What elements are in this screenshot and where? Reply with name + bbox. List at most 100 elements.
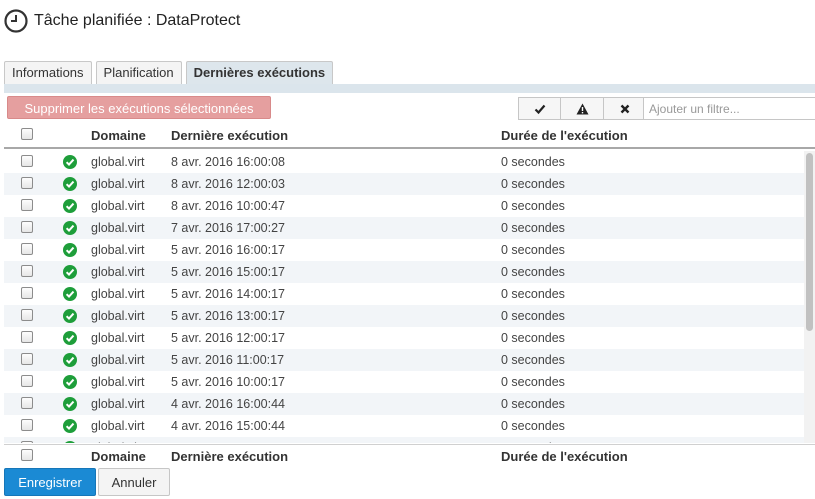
cell-domain: global.virt [91, 199, 145, 213]
save-button[interactable]: Enregistrer [4, 468, 96, 496]
select-all-checkbox[interactable] [21, 128, 33, 140]
row-checkbox[interactable] [21, 176, 33, 189]
status-filter-group [518, 97, 647, 120]
cell-last-run: 4 avr. 2016 16:00:44 [171, 397, 285, 411]
filter-warning-button[interactable] [561, 97, 604, 120]
cell-last-run: 4 avr. 2016 15:00:44 [171, 419, 285, 433]
filter-error-button[interactable] [604, 97, 647, 120]
cell-duration: 0 secondes [501, 155, 565, 169]
table-row[interactable]: global.virt 5 avr. 2016 15:00:17 0 seconde… [4, 261, 804, 283]
success-icon [63, 265, 77, 279]
success-icon [63, 353, 77, 367]
table-row[interactable]: global.virt 5 avr. 2016 11:00:17 0 seconde… [4, 349, 804, 371]
success-icon [63, 199, 77, 213]
cell-domain: global.virt [91, 221, 145, 235]
cell-last-run: 8 avr. 2016 10:00:47 [171, 199, 285, 213]
row-checkbox[interactable] [21, 198, 33, 211]
delete-selected-button[interactable]: Supprimer les exécutions sélectionnées [7, 96, 271, 119]
cell-duration: 0 secondes [501, 221, 565, 235]
success-icon [63, 419, 77, 433]
row-checkbox[interactable] [21, 242, 33, 255]
table-row[interactable]: global.virt 4 avr. 2016 16:00:44 0 seconde… [4, 393, 804, 415]
select-all-checkbox-footer[interactable] [21, 449, 33, 461]
cell-last-run: 4 avr. 2016 14:00:44 [171, 441, 501, 443]
row-checkbox[interactable] [21, 418, 33, 431]
cell-duration: 0 secondes [501, 375, 565, 389]
table-row[interactable]: global.virt 5 avr. 2016 13:00:17 0 seconde… [4, 305, 804, 327]
filter-success-button[interactable] [518, 97, 561, 120]
success-icon [63, 309, 77, 323]
column-header-duration[interactable]: Durée de l'exécution [501, 128, 801, 143]
cell-domain: global.virt [91, 353, 145, 367]
row-checkbox[interactable] [21, 220, 33, 233]
footer-last-run[interactable]: Dernière exécution [171, 449, 501, 464]
success-icon [63, 397, 77, 411]
row-checkbox[interactable] [21, 264, 33, 277]
table-row[interactable]: global.virt 5 avr. 2016 16:00:17 0 seconde… [4, 239, 804, 261]
table-row[interactable]: global.virt 8 avr. 2016 16:00:08 0 seconde… [4, 151, 804, 173]
table-row[interactable]: global.virt4 avr. 2016 14:00:440 seconde… [4, 437, 804, 443]
table-row[interactable]: global.virt 8 avr. 2016 12:00:03 0 seconde… [4, 173, 804, 195]
success-icon [63, 177, 77, 191]
table-row[interactable]: global.virt 5 avr. 2016 12:00:17 0 seconde… [4, 327, 804, 349]
footer-duration[interactable]: Durée de l'exécution [501, 449, 801, 464]
table-row[interactable]: global.virt 8 avr. 2016 10:00:47 0 seconde… [4, 195, 804, 217]
row-checkbox[interactable] [21, 352, 33, 365]
table-header: Domaine Dernière exécution Durée de l'ex… [4, 124, 815, 149]
cell-duration: 0 secondes [501, 309, 565, 323]
warning-icon [576, 103, 588, 114]
check-icon [534, 104, 545, 114]
toolbar: Supprimer les exécutions sélectionnées [4, 93, 815, 123]
cell-duration: 0 secondes [501, 419, 565, 433]
scrollbar[interactable] [804, 151, 815, 443]
row-checkbox[interactable] [21, 154, 33, 167]
cancel-button[interactable]: Annuler [98, 468, 170, 496]
row-checkbox[interactable] [21, 286, 33, 299]
cell-last-run: 8 avr. 2016 16:00:08 [171, 155, 285, 169]
row-checkbox[interactable] [21, 330, 33, 343]
table-row[interactable]: global.virt 5 avr. 2016 10:00:17 0 seconde… [4, 371, 804, 393]
success-icon [63, 155, 77, 169]
cell-last-run: 7 avr. 2016 17:00:27 [171, 221, 285, 235]
cell-domain: global.virt [91, 177, 145, 191]
cell-domain: global.virt [91, 331, 145, 345]
form-actions: Enregistrer Annuler [0, 468, 815, 499]
cell-duration: 0 secondes [501, 353, 565, 367]
success-icon [65, 441, 75, 443]
success-icon [63, 243, 77, 257]
row-checkbox[interactable] [21, 440, 33, 443]
filter-input[interactable] [643, 97, 815, 120]
cell-last-run: 5 avr. 2016 12:00:17 [171, 331, 285, 345]
cell-duration: 0 secondes [501, 199, 565, 213]
cell-last-run: 5 avr. 2016 14:00:17 [171, 287, 285, 301]
column-header-last-run[interactable]: Dernière exécution [171, 128, 501, 143]
cell-duration: 0 secondes [501, 177, 565, 191]
success-icon [63, 221, 77, 235]
table-footer: Domaine Dernière exécution Durée de l'ex… [4, 444, 815, 468]
cell-domain: global.virt [91, 265, 145, 279]
table-row[interactable]: global.virt 5 avr. 2016 14:00:17 0 seconde… [4, 283, 804, 305]
clock-icon [4, 9, 28, 33]
scrollbar-thumb[interactable] [806, 153, 813, 331]
tab-dernieres-executions[interactable]: Dernières exécutions [185, 61, 334, 85]
tab-informations[interactable]: Informations [4, 61, 92, 85]
table-row[interactable]: global.virt 4 avr. 2016 15:00:44 0 seconde… [4, 415, 804, 437]
tab-bar: Informations Planification Dernières exé… [4, 61, 337, 85]
footer-domain[interactable]: Domaine [90, 449, 171, 464]
page-header: Tâche planifiée : DataProtect [4, 6, 240, 36]
row-checkbox[interactable] [21, 308, 33, 321]
success-icon [63, 287, 77, 301]
row-checkbox[interactable] [21, 374, 33, 387]
cell-domain: global.virt [91, 243, 145, 257]
executions-table: Domaine Dernière exécution Durée de l'ex… [4, 124, 815, 468]
cell-duration: 0 secondes [501, 397, 565, 411]
tab-strip [4, 84, 815, 93]
table-row[interactable]: global.virt 7 avr. 2016 17:00:27 0 seconde… [4, 217, 804, 239]
column-header-domain[interactable]: Domaine [90, 128, 171, 143]
row-checkbox[interactable] [21, 396, 33, 409]
cell-last-run: 5 avr. 2016 15:00:17 [171, 265, 285, 279]
cell-last-run: 5 avr. 2016 11:00:17 [171, 353, 285, 367]
tab-planification[interactable]: Planification [95, 61, 182, 85]
cell-domain: global.virt [90, 441, 171, 443]
cell-duration: 0 secondes [501, 331, 565, 345]
